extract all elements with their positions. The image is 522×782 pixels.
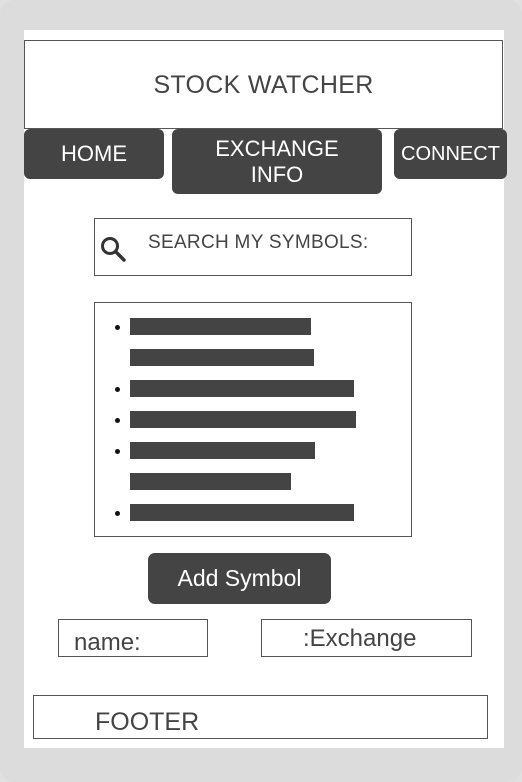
bullet-icon [115,511,120,516]
search-label: SEARCH MY SYMBOLS: [148,232,369,253]
symbol-placeholder [130,380,354,397]
symbol-placeholder [130,442,315,459]
footer: FOOTER [33,695,488,739]
footer-label: FOOTER [95,708,200,736]
nav-exchange-label-line1: EXCHANGE [215,135,339,161]
symbol-placeholder [130,504,354,521]
nav-connect-label: CONNECT [401,143,500,165]
search-icon [101,237,126,262]
symbol-placeholder [130,318,311,335]
exchange-label: :Exchange [303,625,417,652]
symbol-placeholder [130,349,314,366]
nav-exchange-info-button[interactable]: EXCHANGE INFO [172,129,382,194]
header: STOCK WATCHER [24,40,503,129]
nav-connect-button[interactable]: CONNECT [394,129,507,179]
nav-home-label: HOME [61,141,127,166]
name-label: name: [74,629,141,656]
symbol-list [94,302,412,537]
add-symbol-button[interactable]: Add Symbol [148,553,331,604]
symbol-placeholder [130,473,291,490]
app-screen: STOCK WATCHER HOME EXCHANGE INFO CONNECT… [24,30,507,748]
symbol-placeholder [130,411,356,428]
search-symbols-input[interactable]: SEARCH MY SYMBOLS: [94,218,412,276]
nav-home-button[interactable]: HOME [24,129,164,179]
device-frame: STOCK WATCHER HOME EXCHANGE INFO CONNECT… [0,0,522,782]
bullet-icon [115,387,120,392]
name-field[interactable]: name: [58,619,208,657]
bullet-icon [115,418,120,423]
exchange-field[interactable]: :Exchange [261,619,472,657]
bullet-icon [115,449,120,454]
nav-exchange-label-line2: INFO [250,161,304,187]
bullet-icon [115,325,120,330]
app-title: STOCK WATCHER [153,71,374,99]
